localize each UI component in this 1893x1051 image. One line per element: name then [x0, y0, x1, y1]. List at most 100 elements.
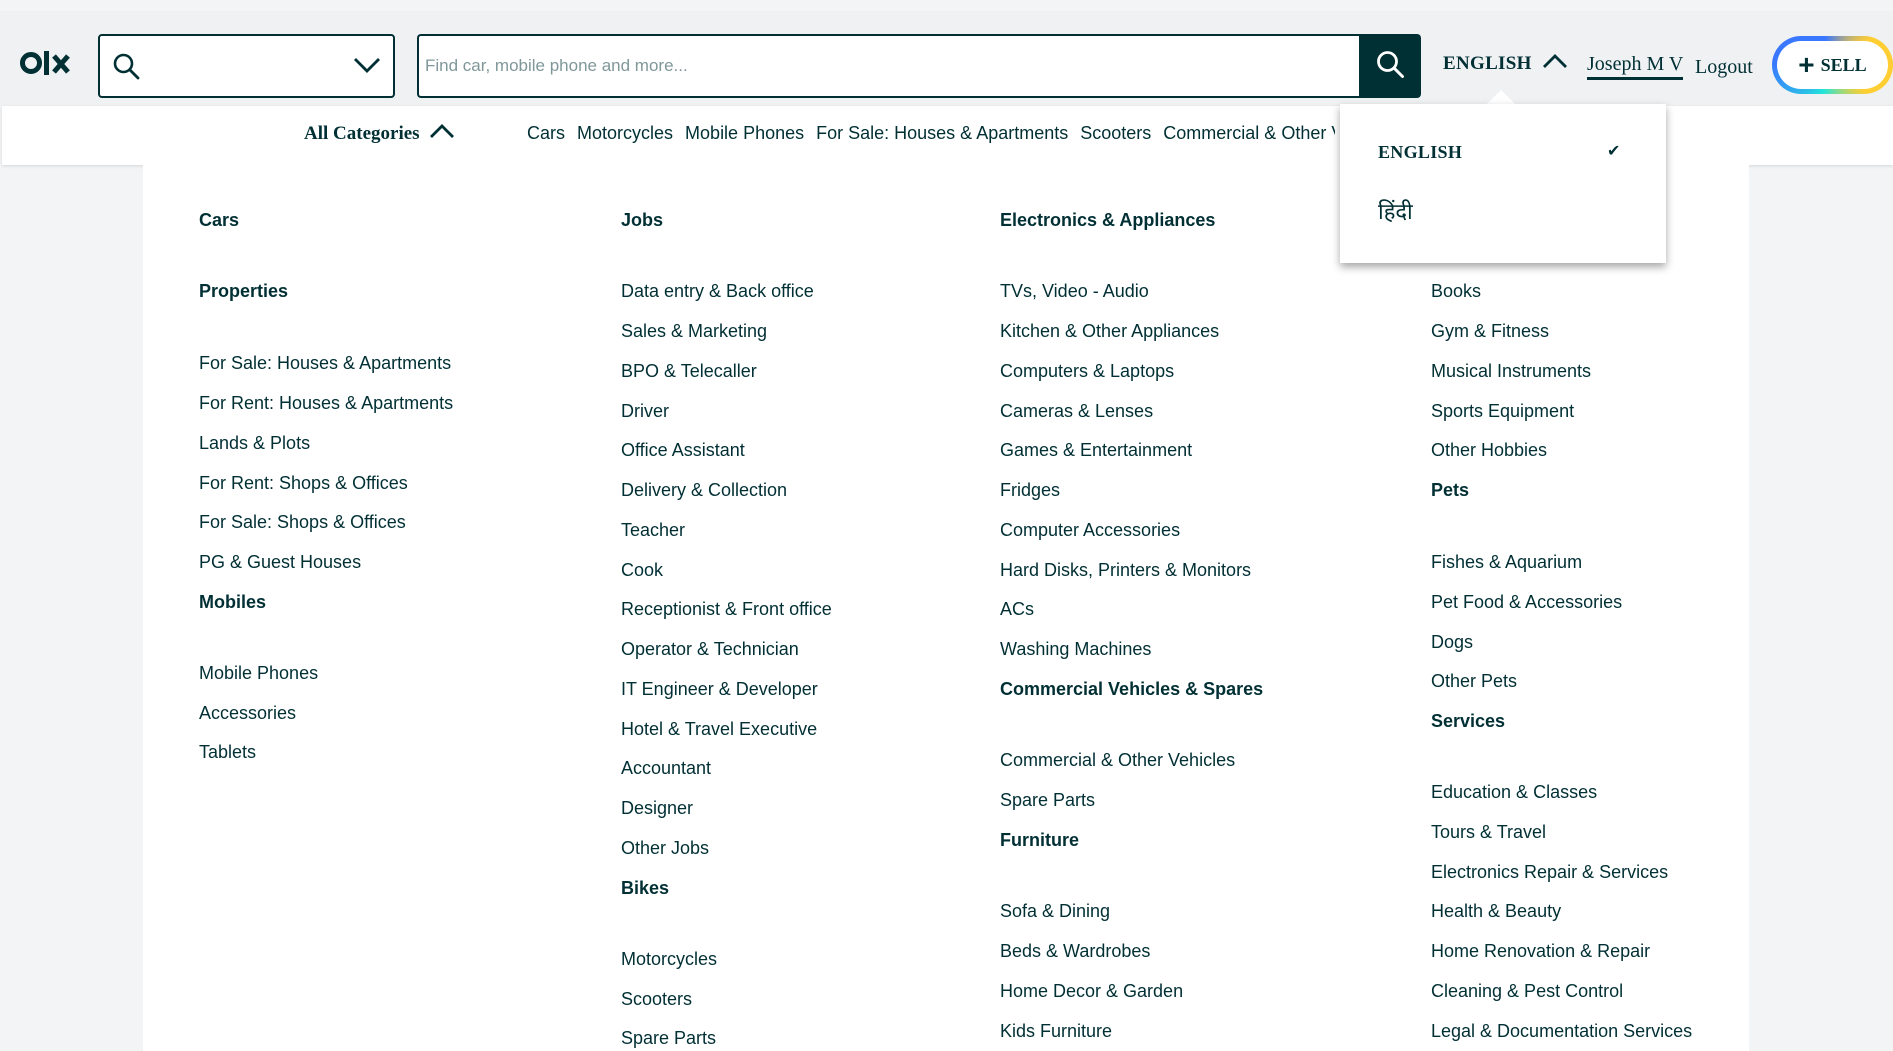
menu-subcategory-link[interactable]: Commercial & Other Vehicles — [1000, 750, 1235, 771]
quick-category-links: Cars Motorcycles Mobile Phones For Sale:… — [527, 123, 1335, 144]
menu-subcategory-link[interactable]: Books — [1431, 281, 1481, 302]
category-link-motorcycles[interactable]: Motorcycles — [577, 123, 673, 144]
menu-subcategory-link[interactable]: Cook — [621, 560, 663, 581]
menu-subcategory-link[interactable]: Washing Machines — [1000, 639, 1151, 660]
menu-subcategory-link[interactable]: Gym & Fitness — [1431, 321, 1549, 342]
menu-subcategory-link[interactable]: TVs, Video - Audio — [1000, 281, 1149, 302]
menu-subcategory-link[interactable]: Spare Parts — [621, 1028, 716, 1049]
menu-category-heading[interactable]: Commercial Vehicles & Spares — [1000, 679, 1263, 700]
menu-subcategory-link[interactable]: For Sale: Houses & Apartments — [199, 353, 451, 374]
menu-subcategory-link[interactable]: Operator & Technician — [621, 639, 799, 660]
menu-subcategory-link[interactable]: Other Hobbies — [1431, 440, 1547, 461]
category-link-houses-apartments[interactable]: For Sale: Houses & Apartments — [816, 123, 1068, 144]
menu-subcategory-link[interactable]: For Rent: Shops & Offices — [199, 473, 408, 494]
check-icon: ✔ — [1607, 143, 1621, 160]
menu-category-heading[interactable]: Services — [1431, 711, 1505, 732]
menu-subcategory-link[interactable]: Home Decor & Garden — [1000, 981, 1183, 1002]
top-header: ENGLISH Joseph M V Logout + SELL — [0, 11, 1893, 106]
user-name-link[interactable]: Joseph M V — [1587, 53, 1684, 80]
search-button[interactable] — [1359, 34, 1421, 98]
menu-subcategory-link[interactable]: Motorcycles — [621, 949, 717, 970]
plus-icon: + — [1798, 49, 1815, 80]
menu-category-heading[interactable]: Jobs — [621, 210, 663, 231]
language-option-english[interactable]: ENGLISH — [1378, 142, 1462, 163]
menu-subcategory-link[interactable]: Receptionist & Front office — [621, 599, 832, 620]
search-field[interactable] — [417, 34, 1362, 98]
menu-subcategory-link[interactable]: Kids Furniture — [1000, 1021, 1112, 1042]
menu-category-heading[interactable]: Bikes — [621, 878, 669, 899]
menu-subcategory-link[interactable]: Delivery & Collection — [621, 480, 787, 501]
menu-subcategory-link[interactable]: Other Jobs — [621, 838, 709, 859]
all-categories-toggle[interactable]: All Categories — [304, 123, 455, 145]
all-categories-menu: Cars Properties For Sale: Houses & Apartme… — [143, 165, 1749, 1051]
menu-subcategory-link[interactable]: Health & Beauty — [1431, 901, 1561, 922]
menu-subcategory-link[interactable]: Games & Entertainment — [1000, 440, 1192, 461]
category-link-mobile-phones[interactable]: Mobile Phones — [685, 123, 804, 144]
search-icon — [112, 52, 140, 85]
menu-subcategory-link[interactable]: Sports Equipment — [1431, 401, 1574, 422]
menu-category-heading[interactable]: Electronics & Appliances — [1000, 210, 1215, 231]
menu-category-heading[interactable]: Furniture — [1000, 830, 1079, 851]
sell-label: SELL — [1820, 54, 1867, 75]
menu-subcategory-link[interactable]: Designer — [621, 798, 693, 819]
menu-subcategory-link[interactable]: Mobile Phones — [199, 663, 318, 684]
menu-subcategory-link[interactable]: Scooters — [621, 989, 692, 1010]
menu-subcategory-link[interactable]: Kitchen & Other Appliances — [1000, 321, 1219, 342]
menu-subcategory-link[interactable]: Fridges — [1000, 480, 1060, 501]
menu-subcategory-link[interactable]: Cameras & Lenses — [1000, 401, 1153, 422]
menu-subcategory-link[interactable]: Pet Food & Accessories — [1431, 592, 1622, 613]
menu-subcategory-link[interactable]: Other Pets — [1431, 671, 1517, 692]
language-dropdown: ENGLISH ✔ हिंदी — [1340, 104, 1666, 263]
menu-subcategory-link[interactable]: Legal & Documentation Services — [1431, 1021, 1692, 1042]
menu-subcategory-link[interactable]: Accessories — [199, 703, 296, 724]
menu-subcategory-link[interactable]: PG & Guest Houses — [199, 552, 361, 573]
menu-subcategory-link[interactable]: Office Assistant — [621, 440, 745, 461]
menu-category-heading[interactable]: Cars — [199, 210, 239, 231]
menu-subcategory-link[interactable]: Driver — [621, 401, 669, 422]
search-icon — [1375, 49, 1405, 84]
language-option-hindi[interactable]: हिंदी — [1378, 196, 1413, 226]
menu-subcategory-link[interactable]: Education & Classes — [1431, 782, 1597, 803]
menu-subcategory-link[interactable]: Sales & Marketing — [621, 321, 767, 342]
chevron-down-icon[interactable] — [353, 56, 381, 79]
menu-subcategory-link[interactable]: For Sale: Shops & Offices — [199, 512, 406, 533]
sell-button[interactable]: + SELL — [1772, 36, 1893, 94]
menu-subcategory-link[interactable]: ACs — [1000, 599, 1034, 620]
menu-subcategory-link[interactable]: Cleaning & Pest Control — [1431, 981, 1623, 1002]
menu-subcategory-link[interactable]: Hard Disks, Printers & Monitors — [1000, 560, 1251, 581]
menu-subcategory-link[interactable]: For Rent: Houses & Apartments — [199, 393, 453, 414]
menu-subcategory-link[interactable]: Data entry & Back office — [621, 281, 814, 302]
menu-subcategory-link[interactable]: Musical Instruments — [1431, 361, 1591, 382]
language-label: ENGLISH — [1443, 53, 1532, 74]
search-input[interactable] — [419, 36, 1362, 96]
menu-subcategory-link[interactable]: Teacher — [621, 520, 685, 541]
menu-category-heading[interactable]: Properties — [199, 281, 288, 302]
category-link-scooters[interactable]: Scooters — [1080, 123, 1151, 144]
menu-subcategory-link[interactable]: Fishes & Aquarium — [1431, 552, 1582, 573]
category-link-commercial-vehicles[interactable]: Commercial & Other Vehicles — [1163, 123, 1335, 144]
location-selector[interactable] — [98, 34, 395, 98]
menu-subcategory-link[interactable]: Electronics Repair & Services — [1431, 862, 1668, 883]
all-categories-label: All Categories — [304, 123, 420, 144]
menu-category-heading[interactable]: Mobiles — [199, 592, 266, 613]
menu-subcategory-link[interactable]: Accountant — [621, 758, 711, 779]
chevron-up-icon — [1532, 53, 1568, 75]
menu-subcategory-link[interactable]: Spare Parts — [1000, 790, 1095, 811]
menu-subcategory-link[interactable]: IT Engineer & Developer — [621, 679, 818, 700]
menu-subcategory-link[interactable]: BPO & Telecaller — [621, 361, 757, 382]
category-link-cars[interactable]: Cars — [527, 123, 565, 144]
menu-subcategory-link[interactable]: Lands & Plots — [199, 433, 310, 454]
menu-subcategory-link[interactable]: Hotel & Travel Executive — [621, 719, 817, 740]
menu-subcategory-link[interactable]: Dogs — [1431, 632, 1473, 653]
menu-subcategory-link[interactable]: Home Renovation & Repair — [1431, 941, 1650, 962]
menu-subcategory-link[interactable]: Computer Accessories — [1000, 520, 1180, 541]
menu-category-heading[interactable]: Pets — [1431, 480, 1469, 501]
menu-subcategory-link[interactable]: Tablets — [199, 742, 256, 763]
olx-logo[interactable] — [20, 46, 76, 80]
menu-subcategory-link[interactable]: Sofa & Dining — [1000, 901, 1110, 922]
menu-subcategory-link[interactable]: Tours & Travel — [1431, 822, 1546, 843]
logout-link[interactable]: Logout — [1695, 56, 1753, 79]
language-selector[interactable]: ENGLISH — [1443, 53, 1568, 75]
menu-subcategory-link[interactable]: Beds & Wardrobes — [1000, 941, 1150, 962]
menu-subcategory-link[interactable]: Computers & Laptops — [1000, 361, 1174, 382]
